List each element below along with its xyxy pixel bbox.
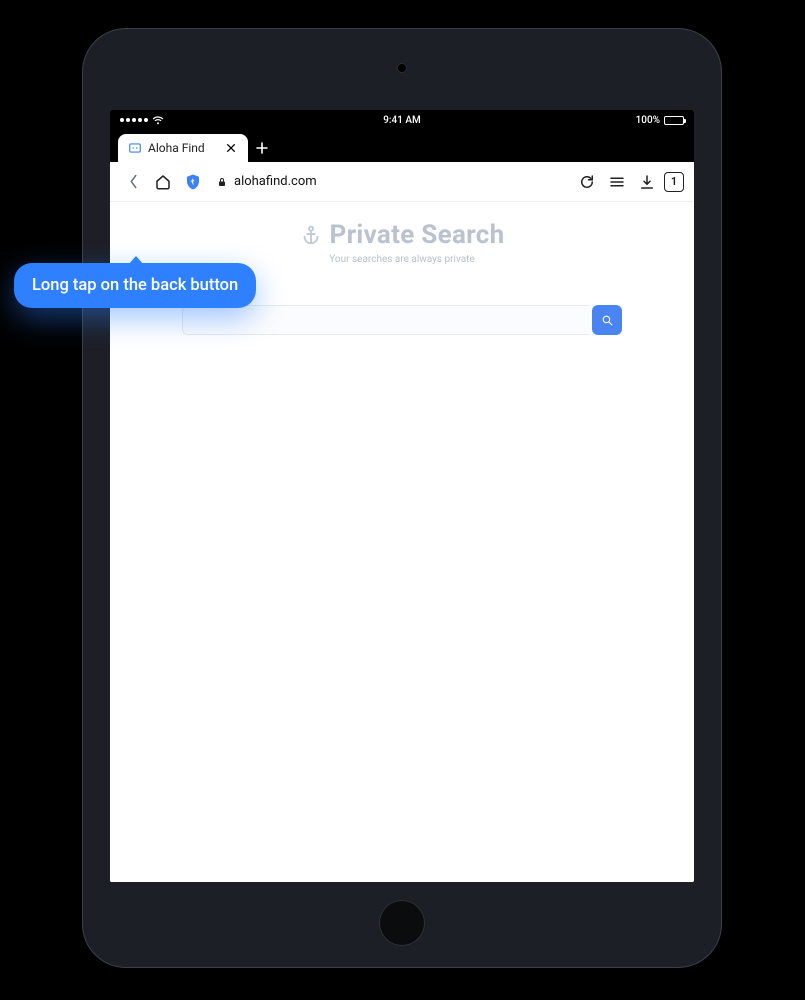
tab-favicon-icon	[128, 141, 142, 155]
home-icon-button[interactable]	[150, 169, 176, 195]
screen: 9:41 AM 100% Aloha Find	[110, 110, 694, 882]
downloads-button[interactable]	[634, 169, 660, 195]
front-camera	[398, 64, 406, 72]
search-input[interactable]	[182, 305, 590, 335]
wifi-icon	[152, 116, 164, 125]
status-bar: 9:41 AM 100%	[110, 110, 694, 130]
back-button[interactable]	[120, 169, 146, 195]
tabs-count-value: 1	[671, 175, 677, 188]
hint-text: Long tap on the back button	[32, 276, 238, 295]
reload-button[interactable]	[574, 169, 600, 195]
search-button[interactable]	[592, 305, 622, 335]
browser-toolbar: alohafind.com 1	[110, 162, 694, 202]
home-button[interactable]	[379, 900, 425, 946]
menu-button[interactable]	[604, 169, 630, 195]
new-tab-button[interactable]	[248, 134, 276, 162]
tablet-frame: 9:41 AM 100% Aloha Find	[82, 28, 722, 968]
battery-icon	[664, 116, 684, 125]
status-time: 9:41 AM	[383, 115, 421, 126]
browser-tab[interactable]: Aloha Find	[118, 134, 248, 162]
url-text: alohafind.com	[234, 174, 317, 189]
shield-vpn-icon[interactable]	[180, 169, 206, 195]
tab-strip: Aloha Find	[110, 130, 694, 162]
tab-title: Aloha Find	[148, 141, 205, 155]
search-icon	[601, 314, 614, 327]
address-bar[interactable]: alohafind.com	[210, 167, 570, 197]
close-tab-icon[interactable]	[224, 141, 238, 155]
page-title: Private Search	[330, 220, 505, 250]
hint-tooltip: Long tap on the back button	[14, 263, 256, 308]
lock-icon	[216, 176, 228, 188]
page-content: Private Search Your searches are always …	[110, 220, 694, 882]
battery-percent: 100%	[636, 115, 660, 126]
anchor-icon	[300, 224, 322, 246]
signal-dots-icon	[120, 118, 148, 122]
tabs-count-button[interactable]: 1	[664, 172, 684, 192]
